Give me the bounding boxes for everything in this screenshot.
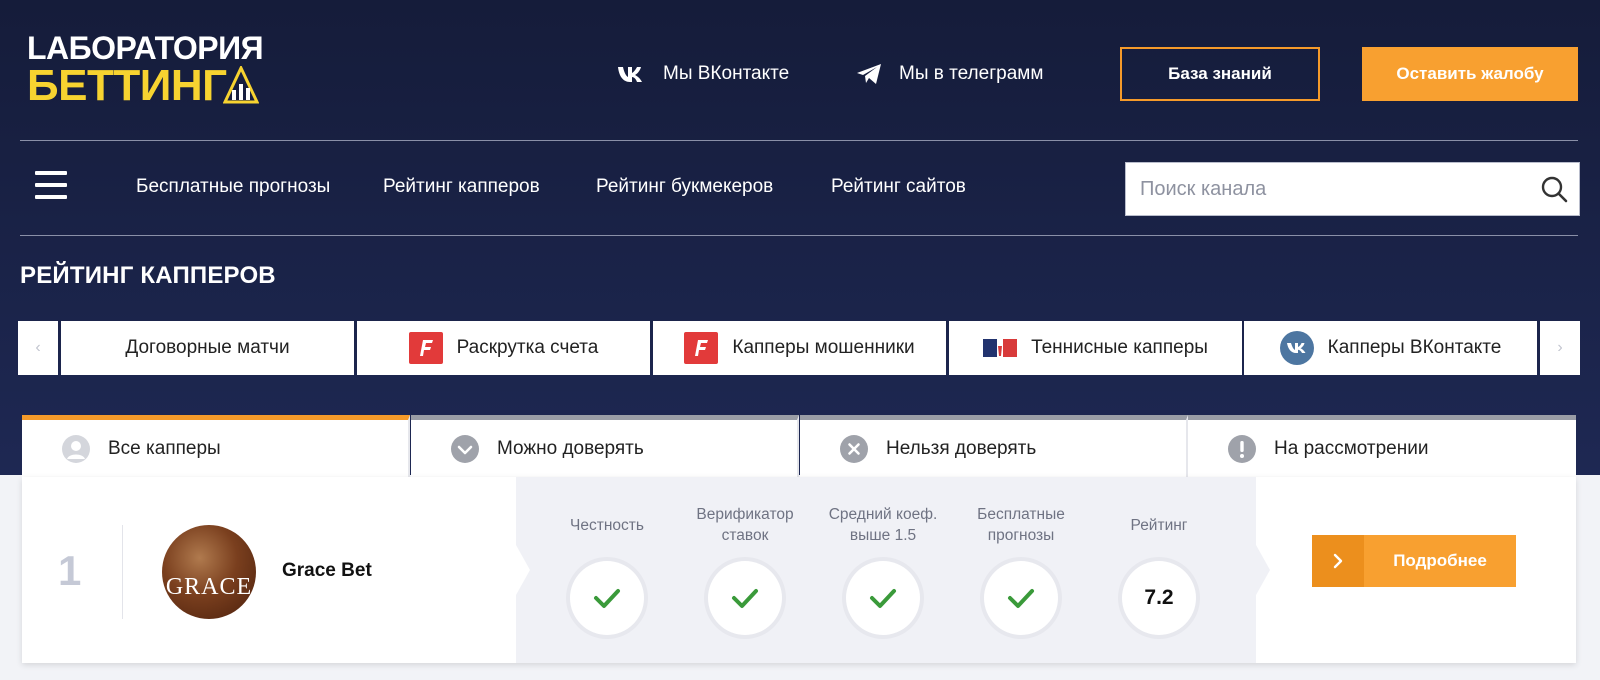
category-chip[interactable]: Договорные матчи <box>61 321 354 375</box>
category-chip[interactable]: Теннисные капперы <box>949 321 1242 375</box>
metric-label: Бесплатные прогнозы <box>977 506 1065 544</box>
metric-rating: Рейтинг 7.2 <box>1090 477 1228 663</box>
metric-label: Рейтинг <box>1130 516 1188 534</box>
carousel-next-button[interactable]: › <box>1540 321 1580 375</box>
nav-item-bookmaker-rating[interactable]: Рейтинг букмекеров <box>596 176 773 198</box>
tab-untrusted[interactable]: Нельзя доверять <box>800 415 1188 477</box>
telegram-link[interactable]: Мы в телеграмм <box>855 56 1043 92</box>
telegram-icon <box>857 64 881 84</box>
chevron-right-icon <box>1312 535 1364 587</box>
capper-avatar: GRACE <box>162 525 256 619</box>
category-chip-label: Капперы ВКонтакте <box>1327 337 1502 358</box>
category-chip-label: Раскрутка счета <box>456 337 599 358</box>
rank-divider <box>122 525 123 619</box>
rating-value: 7.2 <box>1144 586 1174 609</box>
metric-honesty: Честность <box>538 477 676 663</box>
nav-item-site-rating[interactable]: Рейтинг сайтов <box>831 176 966 198</box>
user-icon <box>62 434 90 463</box>
tab-label: Все капперы <box>108 437 221 459</box>
tab-trusted[interactable]: Можно доверять <box>411 415 799 477</box>
page-title: РЕЙТИНГ КАППЕРОВ <box>20 262 276 289</box>
category-chip-label: Капперы мошенники <box>732 337 915 358</box>
search-input[interactable] <box>1126 163 1529 215</box>
tab-under-review[interactable]: На рассмотрении <box>1188 415 1576 477</box>
category-chip[interactable]: Раскрутка счета <box>357 321 650 375</box>
category-carousel: ‹ Договорные матчи Раскрутка счета Каппе… <box>18 321 1580 375</box>
channel-search <box>1125 162 1580 216</box>
cross-circle-icon <box>840 434 868 463</box>
leave-complaint-button[interactable]: Оставить жалобу <box>1362 47 1578 101</box>
metric-bet-verifier: Верификатор ставок <box>676 477 814 663</box>
fonbet-icon <box>684 332 719 364</box>
details-button-label: Подробнее <box>1393 551 1487 570</box>
metric-avg-odds: Средний коеф. выше 1.5 <box>814 477 952 663</box>
knowledge-base-button[interactable]: База знаний <box>1120 47 1320 101</box>
capper-metrics: Честность Верификатор ставок Средний кое… <box>516 477 1270 663</box>
check-icon <box>570 561 644 635</box>
vk-icon <box>1279 331 1314 365</box>
vk-link[interactable]: Мы ВКонтакте <box>617 56 789 92</box>
metric-label: Честность <box>570 516 644 534</box>
telegram-link-label: Мы в телеграмм <box>899 63 1044 84</box>
hamburger-menu-icon[interactable] <box>35 171 67 201</box>
nav-item-free-predictions[interactable]: Бесплатные прогнозы <box>136 176 330 198</box>
metric-free-predictions: Бесплатные прогнозы <box>952 477 1090 663</box>
check-icon <box>708 561 782 635</box>
exclamation-circle-icon <box>1228 434 1256 463</box>
tennis-flag-icon <box>983 337 1018 359</box>
tab-label: На рассмотрении <box>1274 437 1429 459</box>
check-icon <box>984 561 1058 635</box>
vk-link-label: Мы ВКонтакте <box>663 63 790 84</box>
metric-label: Средний коеф. выше 1.5 <box>828 506 938 544</box>
details-button[interactable]: Подробнее <box>1312 535 1516 587</box>
nav-divider <box>20 235 1578 236</box>
category-chip-label: Теннисные капперы <box>1031 337 1208 358</box>
capper-rank: 1 <box>58 547 82 594</box>
tab-label: Нельзя доверять <box>886 437 1037 459</box>
fonbet-icon <box>408 332 443 364</box>
category-chip[interactable]: Капперы ВКонтакте <box>1244 321 1537 375</box>
check-circle-icon <box>451 434 479 463</box>
header-divider <box>20 140 1578 141</box>
category-chip-label: Договорные матчи <box>125 337 290 358</box>
check-icon <box>846 561 920 635</box>
capper-name[interactable]: Grace Bet <box>282 560 372 582</box>
avatar-caption: GRACE <box>165 574 253 600</box>
search-icon[interactable] <box>1529 175 1579 203</box>
carousel-prev-button[interactable]: ‹ <box>18 321 58 375</box>
tab-all-cappers[interactable]: Все капперы <box>22 415 410 477</box>
vk-icon <box>618 67 642 82</box>
site-logo[interactable]: LАБОРАТОРИЯ БЕТТИНГ <box>27 30 267 110</box>
nav-item-capper-rating[interactable]: Рейтинг капперов <box>383 176 540 198</box>
rating-badge: 7.2 <box>1122 561 1196 635</box>
logo-chart-icon <box>223 66 259 104</box>
capper-row[interactable]: 1 GRACE Grace Bet Честность Верификатор … <box>22 477 1576 663</box>
category-chip[interactable]: Капперы мошенники <box>653 321 946 375</box>
capper-filter-tabs: Все капперы Можно доверять Нельзя доверя… <box>22 415 1576 477</box>
tab-label: Можно доверять <box>497 437 644 459</box>
metric-label: Верификатор ставок <box>696 506 794 544</box>
